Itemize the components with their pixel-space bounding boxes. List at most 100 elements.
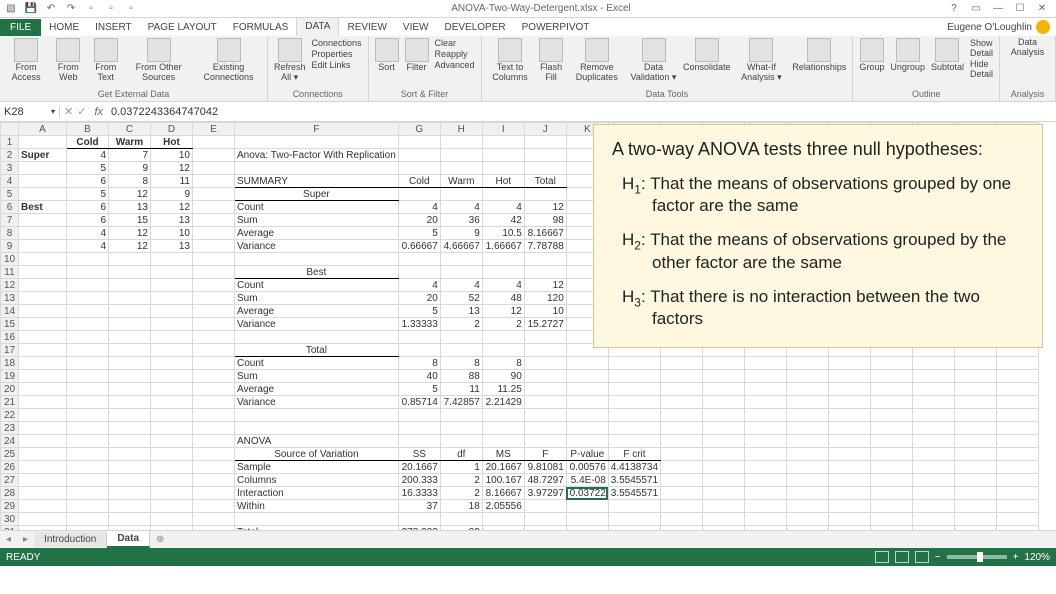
add-sheet-icon[interactable]: ⊕ [150,534,170,545]
cell[interactable] [871,435,913,448]
qat-icon[interactable]: ▫ [104,2,118,16]
cell[interactable] [955,526,997,531]
cell[interactable] [913,370,955,383]
cell[interactable] [151,253,193,266]
cell[interactable]: 100.167 [482,474,524,487]
cell[interactable] [524,396,566,409]
cell[interactable] [235,136,399,149]
cell[interactable]: Best [19,201,67,214]
cell[interactable] [109,448,151,461]
cell[interactable]: 10 [151,149,193,162]
row-header[interactable]: 10 [1,253,19,266]
cell[interactable] [193,383,235,396]
cell[interactable] [566,513,608,526]
row-header[interactable]: 24 [1,435,19,448]
cell[interactable] [661,370,703,383]
row-header[interactable]: 26 [1,461,19,474]
cell[interactable]: 4 [482,279,524,292]
row-header[interactable]: 25 [1,448,19,461]
cell[interactable] [67,305,109,318]
cell[interactable] [787,383,829,396]
cell[interactable] [913,526,955,531]
cell[interactable] [745,526,787,531]
cell[interactable] [151,526,193,531]
cell[interactable]: 7.42857 [440,396,482,409]
cell[interactable] [661,461,703,474]
cell[interactable]: SS [398,448,440,461]
cell[interactable] [151,461,193,474]
cell[interactable] [482,422,524,435]
cell[interactable] [913,448,955,461]
cell[interactable] [193,448,235,461]
cell[interactable] [19,292,67,305]
cell[interactable] [151,305,193,318]
cell[interactable] [19,279,67,292]
cell[interactable] [19,344,67,357]
cell[interactable] [109,305,151,318]
cell[interactable] [67,487,109,500]
cell[interactable] [661,409,703,422]
cell[interactable]: Anova: Two-Factor With Replication [235,149,399,162]
cell[interactable]: 3.97297 [524,487,566,500]
tab-page-layout[interactable]: PAGE LAYOUT [140,19,225,36]
cell[interactable] [787,448,829,461]
qat-icon[interactable]: ▫ [84,2,98,16]
from-text-button[interactable]: From Text [90,38,121,83]
save-icon[interactable]: 💾 [24,2,38,16]
cell[interactable] [19,409,67,422]
tab-data[interactable]: DATA [296,17,339,36]
cell[interactable] [193,487,235,500]
cell[interactable] [608,422,660,435]
sheet-tab-data[interactable]: Data [107,531,150,548]
help-icon[interactable]: ? [944,3,964,14]
cell[interactable]: 2 [440,318,482,331]
cell[interactable]: 15 [109,214,151,227]
cell[interactable] [524,331,566,344]
cell[interactable] [193,188,235,201]
col-header[interactable]: F [235,123,399,136]
cell[interactable] [440,253,482,266]
tab-file[interactable]: FILE [0,19,41,36]
cell[interactable] [67,396,109,409]
cell[interactable]: 5 [67,188,109,201]
cell[interactable] [67,422,109,435]
cell[interactable] [829,461,871,474]
cell[interactable] [566,409,608,422]
row-header[interactable]: 29 [1,500,19,513]
cell[interactable] [193,279,235,292]
cell[interactable] [566,396,608,409]
cell[interactable] [151,487,193,500]
cell[interactable] [109,292,151,305]
cell[interactable]: 13 [109,201,151,214]
col-header[interactable]: E [193,123,235,136]
row-header[interactable]: 27 [1,474,19,487]
cell[interactable] [997,500,1039,513]
cell[interactable] [109,435,151,448]
cell[interactable]: 12 [482,305,524,318]
cell[interactable] [524,526,566,531]
cell[interactable] [913,422,955,435]
cell[interactable]: Average [235,305,399,318]
cell[interactable] [151,474,193,487]
cell[interactable] [524,370,566,383]
cell[interactable] [997,474,1039,487]
cell[interactable]: 4 [67,227,109,240]
cell[interactable] [235,162,399,175]
cell[interactable] [151,266,193,279]
cell[interactable] [482,526,524,531]
cell[interactable] [109,253,151,266]
cell[interactable] [398,409,440,422]
cell[interactable]: ANOVA [235,435,399,448]
cell[interactable]: SUMMARY [235,175,399,188]
cell[interactable] [67,344,109,357]
cell[interactable]: Average [235,227,399,240]
cell[interactable] [997,370,1039,383]
cell[interactable] [151,344,193,357]
cell[interactable] [109,422,151,435]
cell[interactable] [482,344,524,357]
cell[interactable] [566,357,608,370]
col-header[interactable]: G [398,123,440,136]
cell[interactable]: 0.66667 [398,240,440,253]
cell[interactable] [398,344,440,357]
cell[interactable]: 12 [524,279,566,292]
